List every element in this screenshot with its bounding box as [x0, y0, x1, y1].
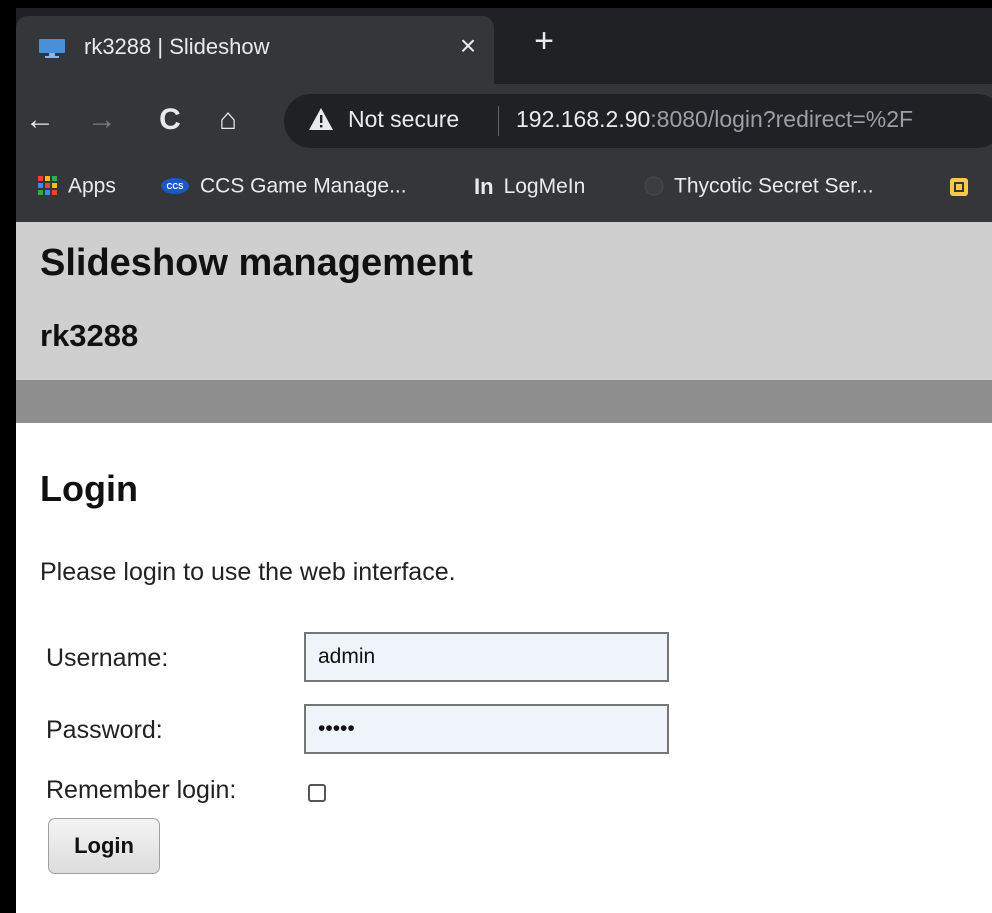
warning-icon — [309, 108, 333, 130]
reload-button[interactable]: C — [150, 98, 190, 142]
bookmark-label: CCS Game Manage... — [200, 174, 407, 198]
remember-login-label: Remember login: — [46, 776, 237, 804]
extension-bookmark-icon[interactable] — [948, 176, 970, 198]
back-button[interactable]: ← — [20, 98, 60, 142]
bookmark-label: Thycotic Secret Ser... — [674, 174, 874, 198]
page-content: Slideshow management rk3288 Login Please… — [16, 222, 992, 913]
url-path: :8080/login?redirect=%2F — [650, 106, 914, 132]
new-tab-button[interactable]: + — [528, 24, 560, 58]
bookmark-logmein[interactable]: In LogMeIn — [474, 174, 585, 204]
home-button[interactable]: ⌂ — [208, 98, 248, 142]
browser-tabstrip: rk3288 | Slideshow × + — [16, 8, 992, 92]
address-bar[interactable]: Not secure 192.168.2.90:8080/login?redir… — [284, 94, 992, 148]
tab-close-button[interactable]: × — [452, 30, 484, 62]
page-navbar — [16, 380, 992, 423]
bookmark-label: Apps — [68, 174, 116, 198]
username-label: Username: — [46, 644, 169, 672]
thycotic-icon — [644, 176, 664, 196]
bookmarks-bar: Apps CCS CCS Game Manage... In LogMeIn Th… — [16, 156, 992, 222]
monitor-icon — [39, 39, 65, 58]
login-heading: Login — [40, 468, 138, 509]
bookmark-ccs[interactable]: CCS CCS Game Manage... — [160, 174, 407, 204]
password-label: Password: — [46, 716, 163, 744]
bookmark-label: LogMeIn — [503, 175, 586, 198]
security-status[interactable]: Not secure — [348, 106, 459, 133]
forward-button[interactable]: → — [82, 98, 122, 142]
omnibox-separator — [498, 106, 499, 136]
tab-title: rk3288 | Slideshow — [84, 34, 270, 59]
username-input[interactable] — [304, 632, 669, 682]
device-name: rk3288 — [40, 318, 139, 353]
ccs-icon: CCS — [161, 178, 189, 195]
page-title: Slideshow management — [40, 242, 473, 284]
password-input[interactable] — [304, 704, 669, 754]
apps-grid-icon — [38, 176, 57, 196]
browser-toolbar: ← → C ⌂ Not secure 192.168.2.90:8080/log… — [16, 84, 992, 156]
remember-login-checkbox[interactable] — [308, 784, 326, 802]
login-intro-text: Please login to use the web interface. — [40, 558, 456, 586]
svg-text:CCS: CCS — [167, 182, 185, 191]
page-header: Slideshow management rk3288 — [16, 222, 992, 380]
screenshot-frame: rk3288 | Slideshow × + ← → C ⌂ Not secur… — [0, 0, 992, 913]
logmein-icon: In — [474, 174, 494, 199]
url-text[interactable]: 192.168.2.90:8080/login?redirect=%2F — [516, 106, 913, 133]
bookmark-thycotic[interactable]: Thycotic Secret Ser... — [644, 174, 874, 204]
browser-tab[interactable]: rk3288 | Slideshow × — [16, 16, 494, 92]
bookmark-apps[interactable]: Apps — [38, 174, 116, 204]
url-host: 192.168.2.90 — [516, 106, 651, 132]
login-button[interactable]: Login — [48, 818, 160, 874]
